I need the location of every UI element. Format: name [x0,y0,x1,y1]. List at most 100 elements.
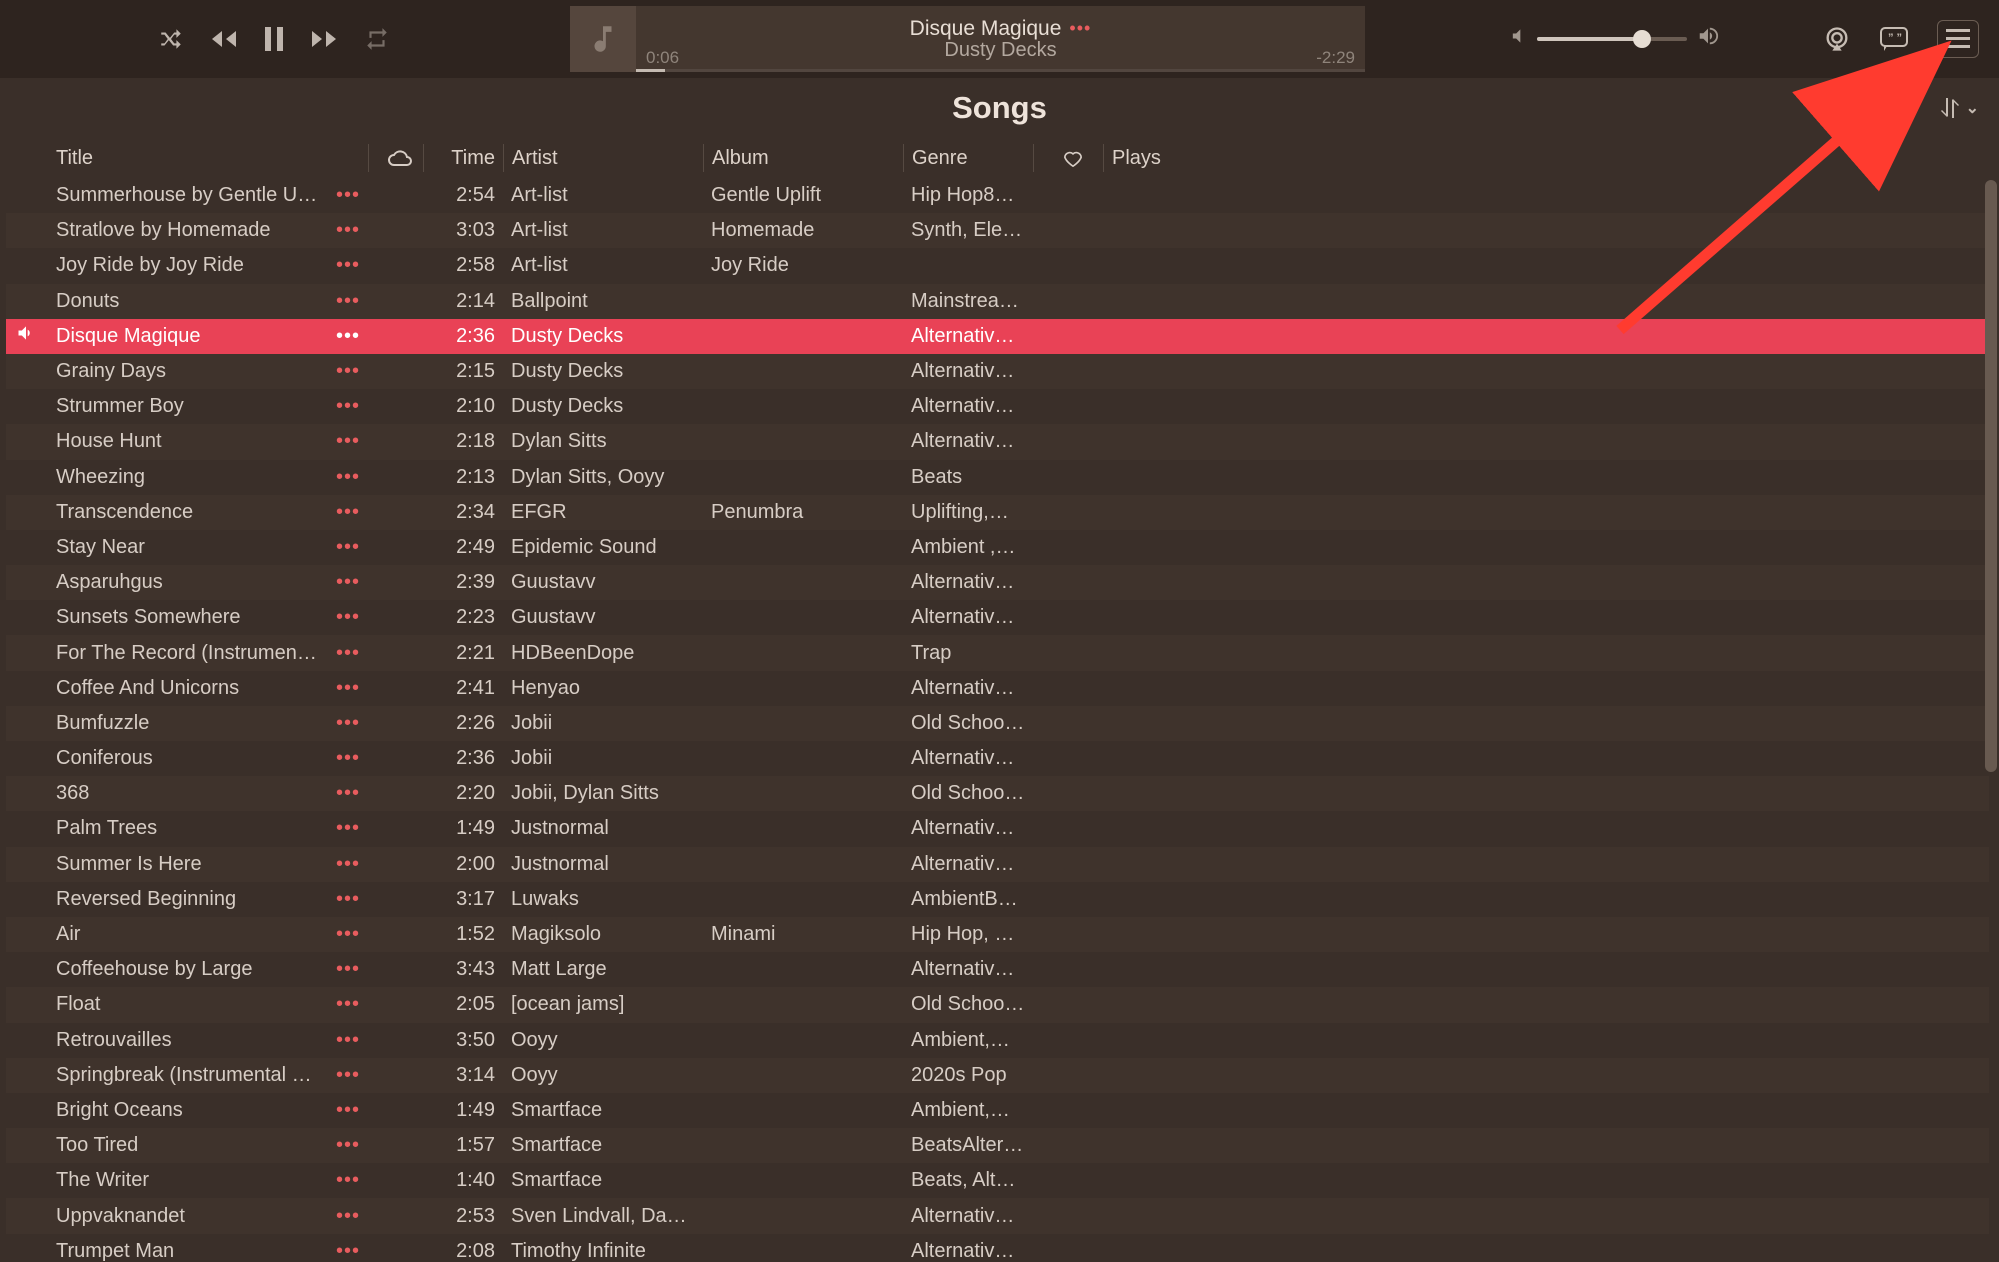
volume-thumb[interactable] [1633,30,1651,48]
table-row[interactable]: Summerhouse by Gentle Upl…•••2:54Art-lis… [6,178,1989,213]
track-more-icon[interactable]: ••• [328,782,368,805]
repeat-button[interactable] [364,26,390,52]
track-genre: Alternative… [903,571,1033,594]
table-row[interactable]: Joy Ride by Joy Ride•••2:58Art-listJoy R… [6,248,1989,283]
track-more-icon[interactable]: ••• [328,395,368,418]
track-more-icon[interactable]: ••• [328,325,368,348]
column-love[interactable] [1033,144,1103,172]
album-art-placeholder [570,6,636,72]
table-row[interactable]: Donuts•••2:14BallpointMainstrea… [6,284,1989,319]
column-cloud[interactable] [368,144,423,172]
table-row[interactable]: Uppvaknandet•••2:53Sven Lindvall, Dan…Al… [6,1198,1989,1233]
table-row[interactable]: Transcendence•••2:34EFGRPenumbraUpliftin… [6,495,1989,530]
table-row[interactable]: Stay Near•••2:49Epidemic SoundAmbient ,… [6,530,1989,565]
track-title: Coffeehouse by Large [48,958,328,981]
track-more-icon[interactable]: ••• [328,747,368,770]
track-more-icon[interactable]: ••• [328,1240,368,1262]
table-row[interactable]: Trumpet Man•••2:08Timothy InfiniteAltern… [6,1234,1989,1262]
track-time: 2:13 [423,466,503,489]
next-button[interactable] [310,27,340,51]
track-more-icon[interactable]: ••• [328,606,368,629]
track-artist: Jobii [503,712,703,735]
track-more-icon[interactable]: ••• [328,1169,368,1192]
track-more-icon[interactable]: ••• [328,958,368,981]
track-more-icon[interactable]: ••• [328,1205,368,1228]
track-more-icon[interactable]: ••• [328,712,368,735]
table-row[interactable]: Stratlove by Homemade•••3:03Art-listHome… [6,213,1989,248]
track-title: Bumfuzzle [48,712,328,735]
table-row[interactable]: Air•••1:52MagiksoloMinamiHip Hop, C… [6,917,1989,952]
play-pause-button[interactable] [262,25,286,53]
track-more-icon[interactable]: ••• [328,923,368,946]
previous-button[interactable] [208,27,238,51]
table-row[interactable]: Sunsets Somewhere•••2:23GuustavvAlternat… [6,600,1989,635]
track-title: House Hunt [48,430,328,453]
track-more-icon[interactable]: ••• [328,184,368,207]
track-more-icon[interactable]: ••• [328,536,368,559]
track-genre: Beats [903,466,1033,489]
track-more-icon[interactable]: ••• [328,219,368,242]
table-row[interactable]: Palm Trees•••1:49JustnormalAlternative… [6,811,1989,846]
track-more-icon[interactable]: ••• [328,1099,368,1122]
column-title[interactable]: Title [48,144,368,172]
track-more-icon[interactable]: ••• [328,1064,368,1087]
volume-slider[interactable] [1537,37,1687,41]
queue-button[interactable] [1937,20,1979,58]
sort-icon[interactable]: ⌄ [1940,96,1979,120]
table-row[interactable]: Strummer Boy•••2:10Dusty DecksAlternativ… [6,389,1989,424]
track-more-icon[interactable]: ••• [328,1029,368,1052]
shuffle-button[interactable] [158,26,184,52]
table-row[interactable]: Springbreak (Instrumental V…•••3:14Ooyy2… [6,1058,1989,1093]
table-row[interactable]: Summer Is Here•••2:00JustnormalAlternati… [6,847,1989,882]
column-plays[interactable]: Plays [1103,144,1203,172]
table-row[interactable]: Reversed Beginning•••3:17LuwaksAmbientB… [6,882,1989,917]
search-icon[interactable] [1892,90,1916,126]
column-artist[interactable]: Artist [503,144,703,172]
column-time[interactable]: Time [423,144,503,172]
table-row[interactable]: The Writer•••1:40SmartfaceBeats, Alte… [6,1163,1989,1198]
track-title: Strummer Boy [48,395,328,418]
scrollbar-thumb[interactable] [1985,180,1997,772]
table-row[interactable]: Asparuhgus•••2:39GuustavvAlternative… [6,565,1989,600]
table-row[interactable]: Bumfuzzle•••2:26JobiiOld Schoo… [6,706,1989,741]
table-row[interactable]: Disque Magique•••2:36Dusty DecksAlternat… [6,319,1989,354]
scrollbar[interactable] [1985,180,1997,1256]
table-row[interactable]: Coffeehouse by Large•••3:43Matt LargeAlt… [6,952,1989,987]
table-row[interactable]: Coffee And Unicorns•••2:41HenyaoAlternat… [6,671,1989,706]
track-more-icon[interactable]: ••• [328,993,368,1016]
track-more-icon[interactable]: ••• [328,466,368,489]
track-more-icon[interactable]: ••• [328,360,368,383]
table-row[interactable]: 368•••2:20Jobii, Dylan SittsOld Schoo… [6,776,1989,811]
table-row[interactable]: For The Record (Instrument…•••2:21HDBeen… [6,635,1989,670]
track-artist: Art-list [503,184,703,207]
now-playing-artist: Dusty Decks [944,39,1056,62]
table-row[interactable]: House Hunt•••2:18Dylan SittsAlternative… [6,424,1989,459]
track-more-icon[interactable]: ••• [328,888,368,911]
track-more-icon[interactable]: ••• [328,853,368,876]
track-more-icon[interactable]: ••• [328,430,368,453]
track-more-icon[interactable]: ••• [328,254,368,277]
column-genre[interactable]: Genre [903,144,1033,172]
table-row[interactable]: Grainy Days•••2:15Dusty DecksAlternative… [6,354,1989,389]
track-genre: Trap [903,642,1033,665]
table-row[interactable]: Too Tired•••1:57SmartfaceBeatsAlter… [6,1128,1989,1163]
track-more-icon[interactable]: ••• [328,290,368,313]
table-row[interactable]: Bright Oceans•••1:49SmartfaceAmbient,… [6,1093,1989,1128]
column-album[interactable]: Album [703,144,903,172]
lyrics-icon[interactable]: ” ” [1879,26,1909,52]
table-row[interactable]: Float•••2:05[ocean jams]Old Schoo… [6,987,1989,1022]
progress-track[interactable] [636,69,1365,72]
now-playing-more-icon[interactable]: ••• [1069,18,1091,39]
track-more-icon[interactable]: ••• [328,677,368,700]
track-title: The Writer [48,1169,328,1192]
track-more-icon[interactable]: ••• [328,571,368,594]
track-more-icon[interactable]: ••• [328,817,368,840]
airplay-icon[interactable] [1823,25,1851,53]
table-row[interactable]: Coniferous•••2:36JobiiAlternative… [6,741,1989,776]
track-more-icon[interactable]: ••• [328,642,368,665]
track-more-icon[interactable]: ••• [328,1134,368,1157]
table-row[interactable]: Retrouvailles•••3:50OoyyAmbient,… [6,1023,1989,1058]
track-more-icon[interactable]: ••• [328,501,368,524]
table-row[interactable]: Wheezing•••2:13Dylan Sitts, OoyyBeats [6,460,1989,495]
track-title: Grainy Days [48,360,328,383]
